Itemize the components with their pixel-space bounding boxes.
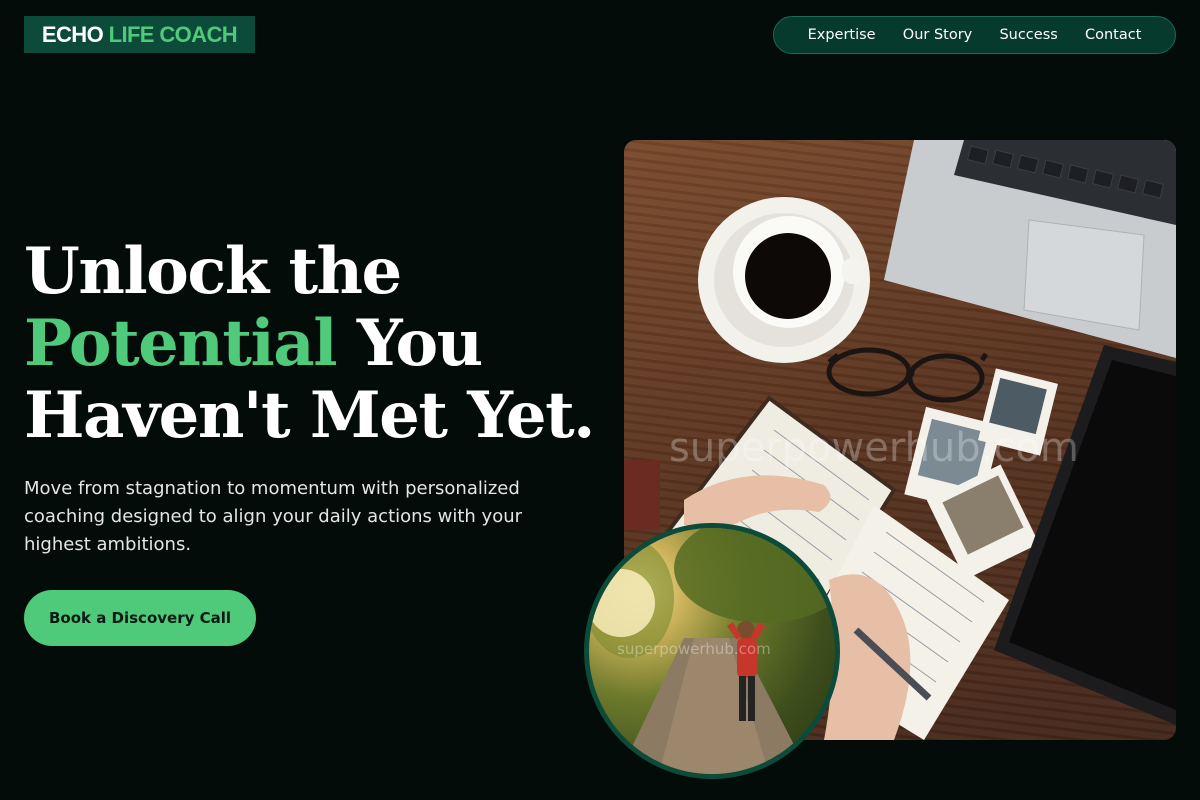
nav-link-success[interactable]: Success [999, 27, 1057, 43]
nav-link-our-story[interactable]: Our Story [903, 27, 972, 43]
nav-link-contact[interactable]: Contact [1085, 27, 1141, 43]
red-book-image [624, 460, 660, 530]
logo-word-echo: ECHO [41, 21, 104, 47]
coffee-cup-image [698, 197, 870, 363]
hero-headline: Unlock the Potential You Haven't Met Yet… [24, 234, 595, 453]
photo-watermark: superpowerhub.com [669, 425, 1079, 471]
eyeglasses-image [826, 347, 989, 403]
main-nav: Expertise Our Story Success Contact [773, 16, 1176, 54]
headline-accent-word: Potential [24, 306, 338, 381]
laptop-image [884, 140, 1176, 358]
logo-word-life-coach: LIFE COACH [108, 21, 238, 47]
headline-line-3: Haven't Met Yet. [24, 378, 595, 453]
book-discovery-call-button[interactable]: Book a Discovery Call [24, 590, 256, 646]
logo[interactable]: ECHO LIFE COACH [24, 16, 255, 53]
nav-link-expertise[interactable]: Expertise [808, 27, 876, 43]
headline-line-2-rest: You [336, 306, 483, 381]
circle-photo-watermark: superpowerhub.com [617, 640, 771, 658]
hero-subtext: Move from stagnation to momentum with pe… [24, 478, 523, 555]
sun-glow-shape [589, 569, 655, 637]
headline-line-1: Unlock the [24, 234, 402, 309]
person-walking-path-photo: superpowerhub.com [584, 523, 840, 779]
